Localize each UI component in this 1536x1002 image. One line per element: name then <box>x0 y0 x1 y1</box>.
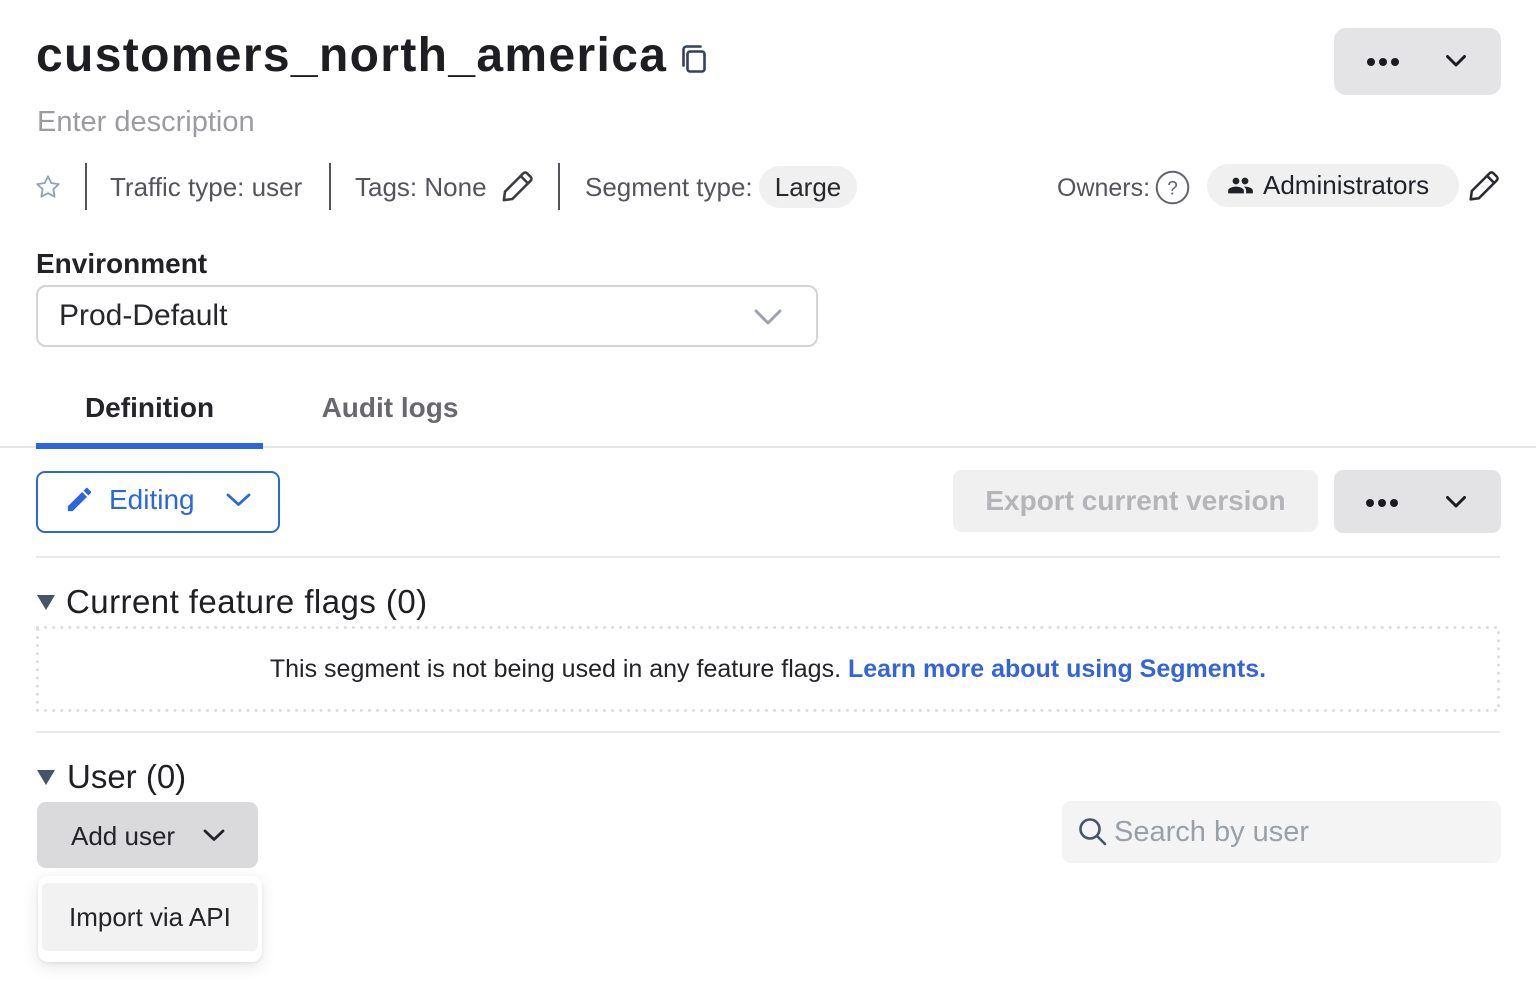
svg-text:?: ? <box>1167 179 1178 200</box>
